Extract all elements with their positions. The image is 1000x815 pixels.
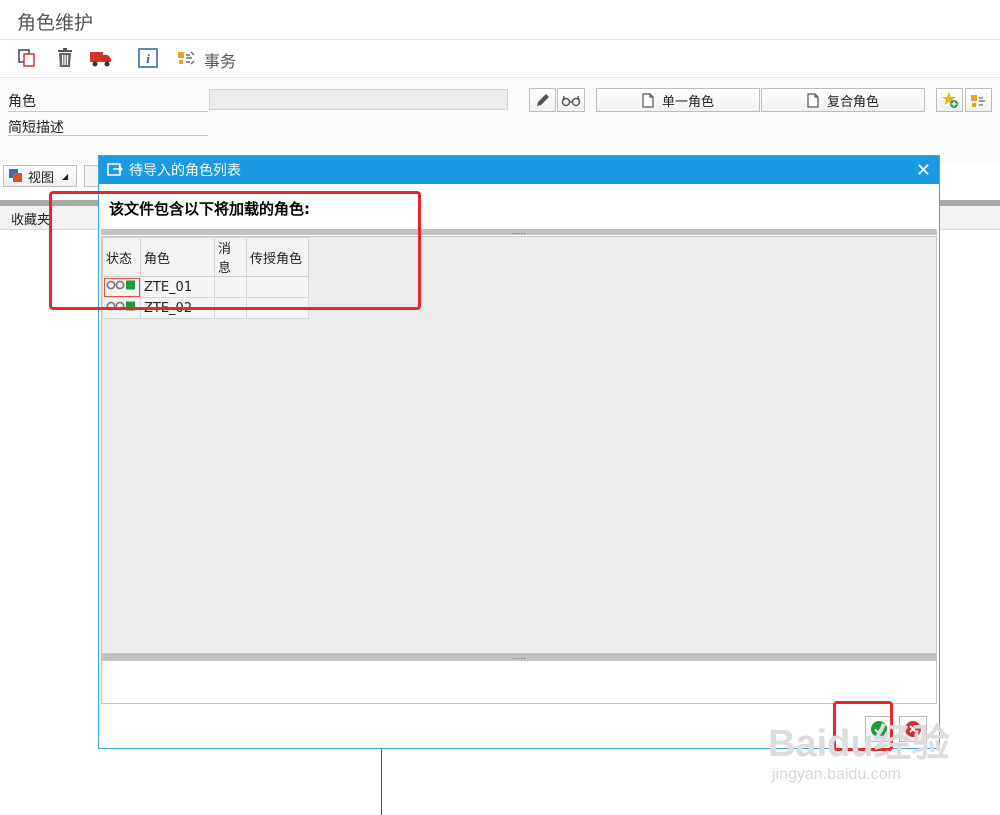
role-input[interactable] (209, 89, 508, 110)
glasses-icon (561, 95, 581, 107)
favorites-label[interactable]: 收藏夹 (11, 209, 50, 228)
single-role-button[interactable]: 单一角色 (596, 88, 760, 112)
view-button[interactable]: 视图 ◢ (3, 165, 77, 187)
svg-text:i: i (146, 51, 150, 66)
view-label: 视图 (28, 170, 55, 186)
tree-divider[interactable] (381, 749, 382, 815)
description-label: 简短描述 (8, 120, 64, 136)
display-button[interactable] (557, 88, 585, 112)
edit-button[interactable] (529, 88, 556, 112)
transaction-icon[interactable] (174, 45, 200, 71)
dialog-window-icon (107, 163, 123, 176)
transport-truck-icon[interactable] (88, 45, 114, 71)
composite-role-label: 复合角色 (826, 94, 879, 110)
document-icon (807, 92, 819, 108)
transaction-label[interactable]: 事务 (204, 48, 236, 72)
message-area (101, 660, 937, 704)
role-label-underline (8, 111, 208, 112)
dialog-title: 待导入的角色列表 (129, 163, 241, 179)
title-divider (0, 39, 1000, 40)
pencil-icon (536, 94, 549, 106)
hierarchy-button[interactable] (965, 88, 992, 112)
star-add-icon (941, 92, 958, 108)
info-icon[interactable]: i (135, 45, 161, 71)
composite-role-button[interactable]: 复合角色 (761, 88, 925, 112)
highlight-roles-box (49, 191, 421, 310)
add-favorite-button[interactable] (936, 88, 963, 112)
document-icon (642, 92, 654, 108)
close-icon[interactable]: ✕ (916, 160, 931, 181)
description-label-underline (8, 135, 208, 136)
dialog-title-bar: 待导入的角色列表 (99, 156, 939, 184)
hierarchy-icon (970, 95, 985, 107)
single-role-label: 单一角色 (661, 94, 714, 110)
role-label: 角色 (8, 94, 36, 110)
dropdown-icon: ◢ (62, 171, 69, 181)
page-title: 角色维护 (17, 12, 94, 34)
baidu-watermark: Baidu经验 (768, 723, 950, 765)
view-icon (9, 169, 22, 182)
watermark-url: jingyan.baidu.com (772, 766, 901, 783)
copy-icon[interactable] (14, 45, 40, 71)
delete-icon[interactable] (52, 45, 78, 71)
